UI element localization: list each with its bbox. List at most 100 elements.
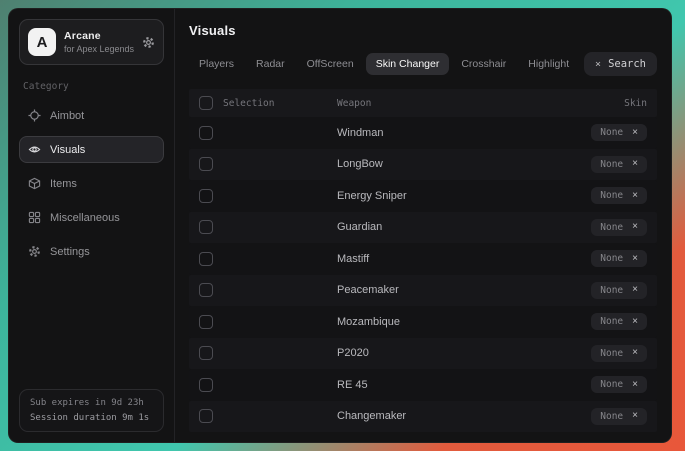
app-name: Arcane: [64, 30, 134, 42]
clear-skin-icon[interactable]: ×: [632, 348, 638, 358]
skin-badge[interactable]: None ×: [591, 282, 647, 299]
clear-skin-icon[interactable]: ×: [632, 285, 638, 295]
eye-icon: [28, 143, 41, 156]
row-checkbox[interactable]: [199, 126, 213, 140]
crosshair-icon: [28, 109, 41, 122]
row-checkbox[interactable]: [199, 315, 213, 329]
app-subtitle: for Apex Legends: [64, 44, 134, 54]
brand-text: Arcane for Apex Legends: [64, 30, 134, 54]
tab-crosshair[interactable]: Crosshair: [451, 53, 516, 75]
app-window: A Arcane for Apex Legends Category Aimbo…: [8, 8, 672, 443]
table-row: Energy Sniper None ×: [189, 180, 657, 212]
row-checkbox[interactable]: [199, 283, 213, 297]
skin-value: None: [600, 285, 623, 296]
table-row: P2020 None×: [189, 338, 657, 370]
row-checkbox[interactable]: [199, 409, 213, 423]
weapon-name: Changemaker: [337, 410, 537, 422]
sub-expires-text: Sub expires in 9d 23h: [30, 398, 153, 408]
clear-skin-icon[interactable]: ×: [632, 191, 638, 201]
skin-badge[interactable]: None ×: [591, 187, 647, 204]
clear-skin-icon[interactable]: ×: [632, 380, 638, 390]
select-all-checkbox[interactable]: [199, 96, 213, 110]
skin-value: None: [600, 316, 623, 327]
row-checkbox[interactable]: [199, 346, 213, 360]
weapon-name: Windman: [337, 127, 537, 139]
skin-badge[interactable]: None ×: [591, 124, 647, 141]
row-checkbox[interactable]: [199, 189, 213, 203]
skin-badge[interactable]: None ×: [591, 219, 647, 236]
sidebar-item-label: Visuals: [50, 144, 85, 156]
weapon-name: Energy Sniper: [337, 190, 537, 202]
table-row: Windman None ×: [189, 117, 657, 149]
tab-bar: Players Radar OffScreen Skin Changer Cro…: [189, 52, 657, 76]
table-header-row: Selection Weapon Skin: [189, 89, 657, 117]
sidebar-item-label: Settings: [50, 246, 90, 258]
skin-value: None: [600, 222, 623, 233]
main-panel: Visuals Players Radar OffScreen Skin Cha…: [175, 9, 671, 442]
row-checkbox[interactable]: [199, 220, 213, 234]
tab-players[interactable]: Players: [189, 53, 244, 75]
sidebar-item-aimbot[interactable]: Aimbot: [19, 102, 164, 129]
skin-table: Selection Weapon Skin Windman None × Long…: [189, 89, 657, 432]
skin-value: None: [600, 379, 623, 390]
search-button-label: Search: [608, 58, 646, 70]
clear-skin-icon[interactable]: ×: [632, 254, 638, 264]
skin-badge[interactable]: None ×: [591, 408, 647, 425]
subscription-card: Sub expires in 9d 23h Session duration 9…: [19, 389, 164, 432]
table-row: Changemaker None ×: [189, 401, 657, 433]
session-duration-text: Session duration 9m 1s: [30, 413, 153, 423]
sidebar-item-settings[interactable]: Settings: [19, 238, 164, 265]
header-skin: Skin: [537, 98, 657, 109]
weapon-name: Peacemaker: [337, 284, 537, 296]
weapon-name: RE 45: [337, 379, 537, 391]
skin-value: None: [600, 127, 623, 138]
clear-skin-icon[interactable]: ×: [632, 159, 638, 169]
page-title: Visuals: [189, 23, 657, 38]
clear-skin-icon[interactable]: ×: [632, 128, 638, 138]
sidebar-item-label: Aimbot: [50, 110, 84, 122]
weapon-name: Guardian: [337, 221, 537, 233]
skin-badge[interactable]: None ×: [591, 313, 647, 330]
tab-offscreen[interactable]: OffScreen: [297, 53, 364, 75]
tab-radar[interactable]: Radar: [246, 53, 295, 75]
search-shortcut-icon: ×: [595, 59, 601, 70]
skin-value: None: [600, 411, 623, 422]
weapon-name: Mastiff: [337, 253, 537, 265]
table-row: Peacemaker None ×: [189, 275, 657, 307]
grid-icon: [28, 211, 41, 224]
clear-skin-icon[interactable]: ×: [632, 317, 638, 327]
category-label: Category: [23, 81, 160, 92]
header-selection: Selection: [223, 98, 274, 109]
table-row: RE 45 None ×: [189, 369, 657, 401]
brand-gear-icon[interactable]: [142, 36, 155, 49]
skin-value: None: [600, 190, 623, 201]
sidebar: A Arcane for Apex Legends Category Aimbo…: [9, 9, 175, 442]
sidebar-item-label: Items: [50, 178, 77, 190]
table-row: Mastiff None×: [189, 243, 657, 275]
search-button[interactable]: × Search: [584, 52, 657, 76]
row-checkbox[interactable]: [199, 252, 213, 266]
clear-skin-icon[interactable]: ×: [632, 411, 638, 421]
brand-card: A Arcane for Apex Legends: [19, 19, 164, 65]
app-logo: A: [28, 28, 56, 56]
header-weapon: Weapon: [337, 98, 537, 109]
skin-badge[interactable]: None×: [591, 250, 647, 267]
tab-skin-changer[interactable]: Skin Changer: [366, 53, 450, 75]
weapon-name: Mozambique: [337, 316, 537, 328]
row-checkbox[interactable]: [199, 378, 213, 392]
skin-badge[interactable]: None ×: [591, 156, 647, 173]
sidebar-item-items[interactable]: Items: [19, 170, 164, 197]
table-row: LongBow None ×: [189, 149, 657, 181]
row-checkbox[interactable]: [199, 157, 213, 171]
skin-badge[interactable]: None ×: [591, 376, 647, 393]
sidebar-item-visuals[interactable]: Visuals: [19, 136, 164, 163]
skin-value: None: [600, 159, 623, 170]
clear-skin-icon[interactable]: ×: [632, 222, 638, 232]
table-row: Mozambique None ×: [189, 306, 657, 338]
sidebar-item-miscellaneous[interactable]: Miscellaneous: [19, 204, 164, 231]
skin-badge[interactable]: None ×: [591, 345, 647, 362]
gear-icon: [28, 245, 41, 258]
skin-value: None: [600, 348, 623, 359]
tab-highlight[interactable]: Highlight: [518, 53, 579, 75]
weapon-name: LongBow: [337, 158, 537, 170]
